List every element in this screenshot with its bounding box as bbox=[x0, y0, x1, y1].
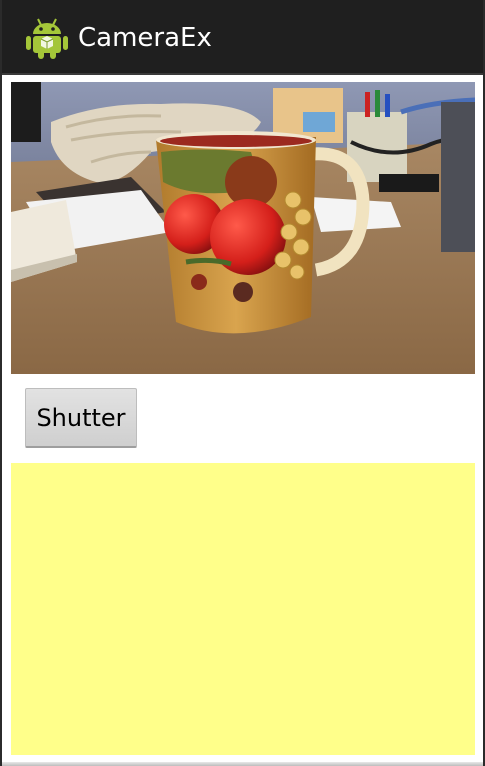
camera-preview-scene bbox=[11, 82, 475, 374]
camera-preview bbox=[11, 82, 475, 374]
app-window: CameraEx Shutter bbox=[0, 0, 485, 766]
app-title: CameraEx bbox=[78, 23, 212, 53]
action-bar: CameraEx bbox=[2, 0, 483, 75]
captured-image-view bbox=[11, 463, 475, 755]
bottom-edge bbox=[2, 762, 483, 766]
shutter-button[interactable]: Shutter bbox=[25, 388, 137, 448]
android-robot-icon bbox=[26, 18, 68, 59]
